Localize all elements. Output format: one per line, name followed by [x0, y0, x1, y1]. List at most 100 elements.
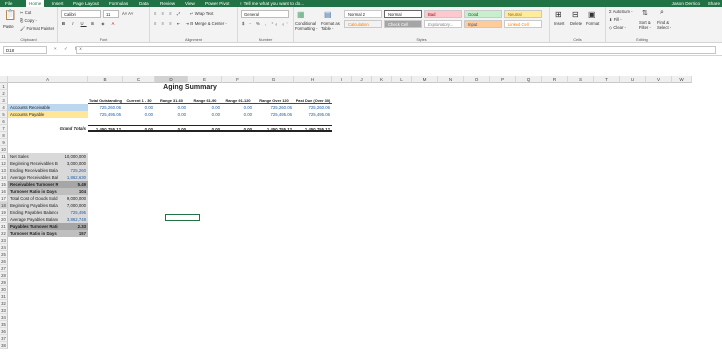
payable-value[interactable]: 725,495.06 — [254, 111, 294, 118]
column-header-O[interactable]: O — [464, 76, 490, 83]
receivable-label[interactable]: Accounts Receivable — [8, 104, 88, 111]
grand-total-value[interactable]: 0.00 — [123, 125, 155, 132]
row-header-6[interactable]: 6 — [0, 118, 8, 125]
row-header-38[interactable]: 38 — [0, 342, 8, 349]
column-header-S[interactable]: S — [568, 76, 594, 83]
row-header-23[interactable]: 23 — [0, 237, 8, 244]
style-calculation[interactable]: Calculation — [344, 20, 382, 28]
user-name[interactable]: Jason Derrico — [672, 0, 700, 7]
format-cells-icon[interactable]: ▣ — [588, 10, 596, 19]
style-good[interactable]: Good — [464, 10, 502, 18]
row-header-17[interactable]: 17 — [0, 195, 8, 202]
wrap-text-button[interactable]: ↵ Wrap Text — [190, 11, 213, 16]
row-header-1[interactable]: 1 — [0, 83, 8, 90]
column-header-U[interactable]: U — [620, 76, 646, 83]
grand-total-value[interactable]: 1,450,755.12 — [294, 125, 332, 132]
cut-button[interactable]: ✂ Cut — [20, 10, 31, 15]
conditional-formatting-icon[interactable]: ▦ — [297, 10, 305, 19]
aging-header-cell[interactable]: Range Over 120 — [254, 97, 294, 104]
row-header-37[interactable]: 37 — [0, 335, 8, 342]
column-header-I[interactable]: I — [332, 76, 352, 83]
column-header-D[interactable]: D — [155, 76, 188, 83]
row-header-29[interactable]: 29 — [0, 279, 8, 286]
row-header-27[interactable]: 27 — [0, 265, 8, 272]
tab-file[interactable]: File — [2, 0, 15, 7]
style-explanatory[interactable]: Explanatory... — [424, 20, 462, 28]
row-header-13[interactable]: 13 — [0, 167, 8, 174]
delete-cells-icon[interactable]: ⊟ — [572, 10, 579, 19]
ratio-value[interactable]: 2.33 — [58, 223, 88, 230]
ratio-value[interactable]: 725,495 — [58, 209, 88, 216]
fill-button[interactable]: ⬇ Fill - — [609, 17, 622, 22]
grand-total-value[interactable]: 0.00 — [222, 125, 254, 132]
column-header-L[interactable]: L — [392, 76, 412, 83]
style-neutral[interactable]: Neutral — [504, 10, 542, 18]
payable-value[interactable]: 0.00 — [222, 111, 254, 118]
vertical-align-icons[interactable]: ≡ ≡ ≡ ⤢ — [154, 11, 182, 16]
tell-me-search[interactable]: ♀ Tell me what you want to do... — [236, 0, 307, 7]
format-cells-button[interactable]: Format — [586, 21, 599, 26]
tab-data[interactable]: Data — [136, 0, 152, 7]
row-header-5[interactable]: 5 — [0, 111, 8, 118]
format-as-table-button[interactable]: Format as Table - — [321, 21, 343, 31]
sort-filter-icon[interactable]: ⇅ — [642, 9, 648, 17]
column-header-T[interactable]: T — [594, 76, 620, 83]
grand-total-value[interactable]: 1,450,755.12 — [88, 125, 123, 132]
column-header-G[interactable]: G — [254, 76, 294, 83]
column-header-P[interactable]: P — [490, 76, 516, 83]
format-as-table-icon[interactable]: ▤ — [324, 10, 332, 19]
name-box[interactable]: D18 — [3, 46, 47, 54]
row-header-34[interactable]: 34 — [0, 314, 8, 321]
row-header-35[interactable]: 35 — [0, 321, 8, 328]
ratio-value[interactable]: 5.49 — [58, 181, 88, 188]
payable-value[interactable]: 0.00 — [155, 111, 188, 118]
column-header-M[interactable]: M — [412, 76, 438, 83]
row-header-8[interactable]: 8 — [0, 132, 8, 139]
tab-view[interactable]: View — [182, 0, 198, 7]
column-header-N[interactable]: N — [438, 76, 464, 83]
row-header-31[interactable]: 31 — [0, 293, 8, 300]
column-header-R[interactable]: R — [542, 76, 568, 83]
payable-value[interactable]: 0.00 — [123, 111, 155, 118]
column-header-A[interactable]: A — [8, 76, 88, 83]
column-header-K[interactable]: K — [372, 76, 392, 83]
conditional-formatting-button[interactable]: Conditional Formatting - — [295, 21, 321, 31]
row-header-28[interactable]: 28 — [0, 272, 8, 279]
receivable-value[interactable]: 0.00 — [222, 104, 254, 111]
tab-insert[interactable]: Insert — [49, 0, 67, 7]
font-size-select[interactable]: 11 — [103, 10, 119, 18]
row-header-3[interactable]: 3 — [0, 97, 8, 104]
row-header-32[interactable]: 32 — [0, 300, 8, 307]
receivable-value[interactable]: 725,260.06 — [294, 104, 332, 111]
ratio-value[interactable]: 104 — [58, 188, 88, 195]
ratio-value[interactable]: 157 — [58, 230, 88, 237]
paste-button[interactable]: Paste — [3, 24, 14, 29]
column-header-Q[interactable]: Q — [516, 76, 542, 83]
grand-totals-label[interactable]: Grand Totals — [8, 125, 88, 132]
column-header-J[interactable]: J — [352, 76, 372, 83]
row-header-26[interactable]: 26 — [0, 258, 8, 265]
ratio-value[interactable]: 3,862,748 — [58, 216, 88, 223]
autosum-button[interactable]: Σ AutoSum - — [609, 9, 633, 14]
delete-cells-button[interactable]: Delete — [570, 21, 582, 26]
aging-header-cell[interactable]: Range 61-90 — [188, 97, 222, 104]
row-header-18[interactable]: 18 — [0, 202, 8, 209]
ratio-value[interactable]: 725,260 — [58, 167, 88, 174]
select-all-corner[interactable] — [0, 76, 8, 83]
tab-formulas[interactable]: Formulas — [106, 0, 131, 7]
row-header-11[interactable]: 11 — [0, 153, 8, 160]
aging-header-cell[interactable]: Range 31-60 — [155, 97, 188, 104]
row-header-12[interactable]: 12 — [0, 160, 8, 167]
sort-filter-button[interactable]: Sort & Filter - — [639, 20, 655, 30]
aging-header-cell[interactable]: Total Outstanding — [88, 97, 123, 104]
font-format-buttons[interactable]: B I U ⊞ ◈ A — [62, 21, 117, 26]
grand-total-value[interactable]: 0.00 — [188, 125, 222, 132]
column-header-V[interactable]: V — [646, 76, 672, 83]
tab-power-pivot[interactable]: Power Pivot — [202, 0, 233, 7]
ratio-value[interactable]: 3,000,000 — [58, 160, 88, 167]
merge-center-button[interactable]: ⊟ Merge & Center - — [190, 21, 227, 26]
receivable-value[interactable]: 725,260.06 — [254, 104, 294, 111]
aging-header-cell[interactable]: Current 1 - 30 — [123, 97, 155, 104]
tab-review[interactable]: Review — [157, 0, 178, 7]
style-bad[interactable]: Bad — [424, 10, 462, 18]
